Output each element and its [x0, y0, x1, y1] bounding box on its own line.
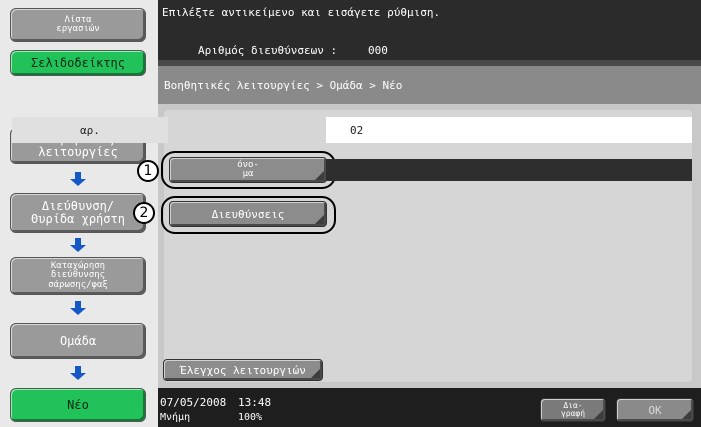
job-list-button[interactable]: Λίστα εργασιών [10, 8, 146, 42]
message-area: Επιλέξτε αντικείμενο και εισάγετε ρύθμισ… [158, 0, 701, 60]
number-value: 02 [326, 117, 692, 143]
callout-2: 2 [133, 202, 155, 224]
address-count-value: 000 [368, 44, 388, 57]
ok-button-label: OK [648, 403, 662, 417]
sidebar-item-new[interactable]: Νέο [10, 388, 146, 422]
date-display: 07/05/2008 [160, 396, 227, 409]
breadcrumb: Βοηθητικές λειτουργίες > Ομάδα > Νέο [158, 66, 701, 104]
address-count-label: Αριθμός διευθύνσεων : [198, 44, 338, 57]
ok-button[interactable]: OK [616, 398, 694, 422]
callout-1: 1 [137, 160, 159, 182]
sidebar-item-register-address[interactable]: Καταχώρηση διεύθυνσης σάρωσης/φαξ [10, 257, 146, 295]
memory-value: 100% [238, 412, 263, 423]
delete-button[interactable]: Δια- γραφή [540, 398, 606, 422]
arrow-down-icon [70, 172, 86, 186]
callout-ring-1 [161, 151, 336, 189]
screen: Λίστα εργασιών Σελιδοδείκτης Βοηθητικές … [0, 0, 701, 427]
arrow-down-icon [70, 366, 86, 380]
bookmark-button[interactable]: Σελιδοδείκτης [10, 50, 146, 76]
sidebar-item-group[interactable]: Ομάδα [10, 323, 146, 359]
arrow-down-icon [70, 301, 86, 315]
check-functions-button[interactable]: Έλεγχος λειτουργιών [163, 359, 323, 381]
memory-label: Μνήμη [160, 412, 191, 423]
delete-button-label: Δια- γραφή [560, 401, 586, 418]
instruction-message: Επιλέξτε αντικείμενο και εισάγετε ρύθμισ… [162, 6, 441, 19]
number-label: αρ. [12, 117, 168, 143]
callout-ring-2 [161, 196, 336, 234]
sidebar-item-address-box[interactable]: Διεύθυνση/ Θυρίδα χρήστη [10, 193, 146, 233]
name-field[interactable] [326, 159, 692, 181]
arrow-down-icon [70, 238, 86, 252]
time-display: 13:48 [238, 396, 272, 409]
check-functions-label: Έλεγχος λειτουργιών [180, 363, 306, 377]
